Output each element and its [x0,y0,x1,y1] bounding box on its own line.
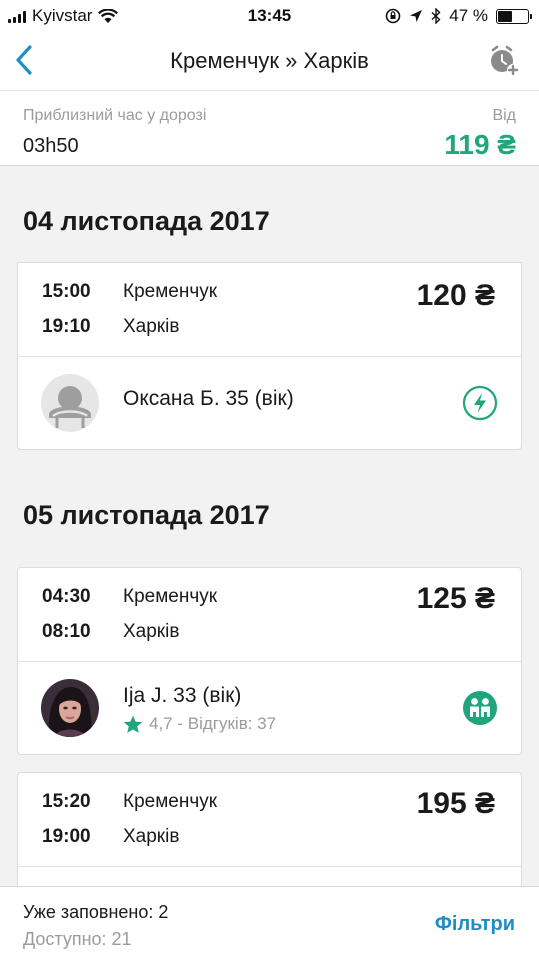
status-bar: Kyivstar 13:45 47 % [0,0,539,32]
rotation-lock-icon [385,8,401,24]
duration-label: Приблизний час у дорозі [23,107,207,124]
passengers-icon [462,690,498,726]
trip-list[interactable]: 04 листопада 2017 15:00 Кременчук 19:10 … [0,166,539,886]
filters-button[interactable]: Фільтри [435,913,515,936]
rating-text: 4,7 - Відгуків: 37 [149,714,277,733]
driver-rating: 4,7 - Відгуків: 37 [123,714,276,734]
date-header: 05 листопада 2017 [23,500,270,530]
price-from-label: Від [492,107,516,124]
chevron-left-icon [16,45,32,75]
driver-name: Оксана Б. 35 (вік) [123,387,294,410]
status-icons: 47 % [385,6,532,26]
user-photo [41,679,99,737]
back-button[interactable] [10,42,40,78]
arrival-time: 08:10 [42,621,91,642]
driver-name: Ija J. 33 (вік) [123,684,242,707]
departure-time: 15:00 [42,281,91,302]
trip-route: 15:00 Кременчук 19:10 Харків 120 ₴ [18,263,521,356]
page-title: Кременчук » Харків [170,48,369,73]
battery-icon [496,8,532,24]
alarm-add-icon [491,45,519,76]
trip-card[interactable]: 15:20 Кременчук 19:00 Харків 195 ₴ [17,772,522,886]
departure-time: 04:30 [42,586,91,607]
arrival-time: 19:10 [42,316,91,337]
arrival-city: Харків [123,316,180,337]
departure-time: 15:20 [42,791,91,812]
departure-city: Кременчук [123,791,218,812]
trip-summary: Приблизний час у дорозі 03h50 Від 119 ₴ [0,90,539,166]
trip-card[interactable]: 04:30 Кременчук 08:10 Харків 125 ₴ Ija J… [17,567,522,755]
booked-count: Уже заповнено: 2 [23,902,169,922]
location-icon [410,10,423,22]
star-icon [123,715,143,733]
instant-booking-icon [462,385,498,421]
card-divider [18,866,521,867]
arrival-city: Харків [123,621,180,642]
trip-price: 125 ₴ [416,582,495,615]
departure-city: Кременчук [123,281,218,302]
navigation-bar: Кременчук » Харків [0,32,539,90]
driver-row: Оксана Б. 35 (вік) [18,357,521,449]
default-avatar-icon [41,374,99,432]
price-from-value: 119 ₴ [444,129,516,160]
trip-price: 120 ₴ [416,279,495,312]
bluetooth-icon [431,8,441,24]
footer-bar: Уже заповнено: 2 Доступно: 21 Фільтри [0,886,539,960]
driver-row: Ija J. 33 (вік) 4,7 - Відгуків: 37 [18,662,521,754]
trip-route: 15:20 Кременчук 19:00 Харків 195 ₴ [18,773,521,866]
arrival-city: Харків [123,826,180,847]
alarm-add-button[interactable] [487,44,521,78]
departure-city: Кременчук [123,586,218,607]
trip-route: 04:30 Кременчук 08:10 Харків 125 ₴ [18,568,521,661]
trip-card[interactable]: 15:00 Кременчук 19:10 Харків 120 ₴ Оксан… [17,262,522,450]
battery-level [498,10,512,22]
date-header: 04 листопада 2017 [23,206,270,236]
arrival-time: 19:00 [42,826,91,847]
duration-value: 03h50 [23,135,79,157]
trip-price: 195 ₴ [416,787,495,820]
battery-percent: 47 % [449,6,488,25]
available-count: Доступно: 21 [23,929,132,949]
